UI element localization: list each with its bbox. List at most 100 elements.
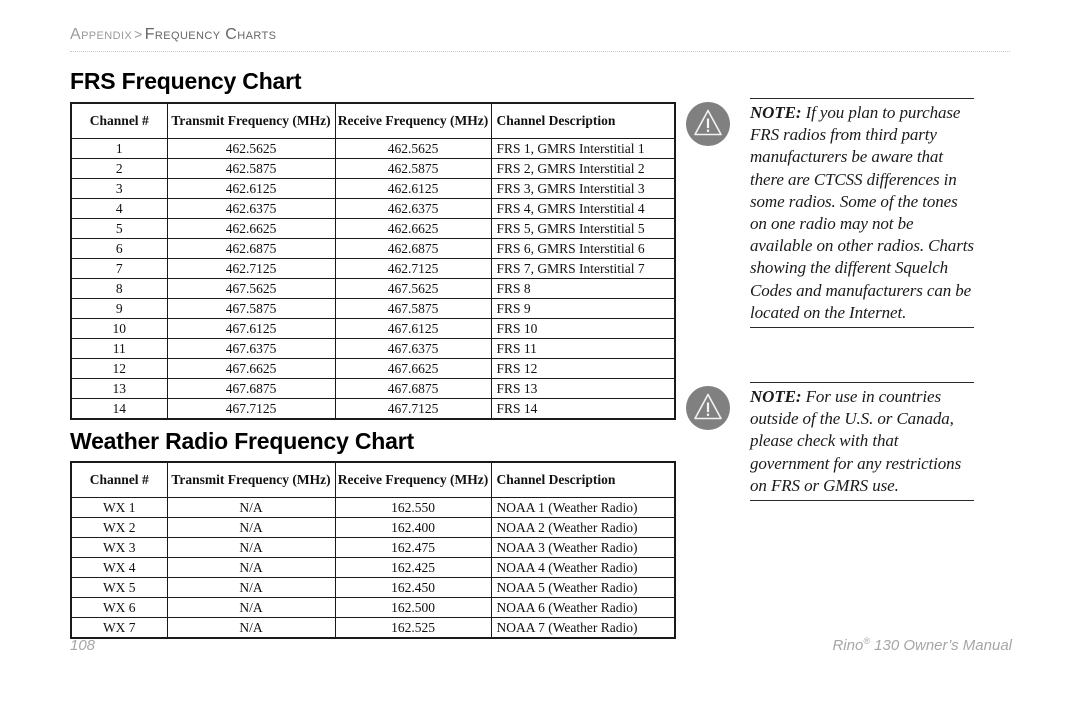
table-row: 8 467.5625 467.5625 FRS 8	[70, 278, 676, 299]
cell-receive-frequency: 467.6625	[334, 358, 492, 379]
weather-chart-title: Weather Radio Frequency Chart	[70, 428, 414, 454]
cell-transmit-frequency: 467.7125	[166, 398, 336, 420]
cell-channel: WX 7	[70, 617, 168, 639]
note-paragraph: If you plan to purchase FRS radios from …	[750, 103, 974, 322]
table-row: 4 462.6375 462.6375 FRS 4, GMRS Interstitia…	[70, 198, 676, 219]
cell-receive-frequency: 162.425	[334, 557, 492, 578]
cell-receive-frequency: 462.5875	[334, 158, 492, 179]
cell-transmit-frequency: 462.6125	[166, 178, 336, 199]
cell-description: FRS 14	[490, 398, 676, 420]
cell-channel: 6	[70, 238, 168, 259]
table-row: 10 467.6125 467.6125 FRS 10	[70, 318, 676, 339]
cell-receive-frequency: 162.400	[334, 517, 492, 538]
table-row: 5 462.6625 462.6625 FRS 5, GMRS Interstitia…	[70, 218, 676, 239]
cell-description: FRS 13	[490, 378, 676, 399]
note-bottom-rule	[750, 500, 974, 502]
cell-channel: 2	[70, 158, 168, 179]
cell-channel: WX 1	[70, 497, 168, 518]
column-header-description: Channel Description	[490, 461, 676, 498]
cell-description: NOAA 1 (Weather Radio)	[490, 497, 676, 518]
cell-description: FRS 9	[490, 298, 676, 319]
cell-transmit-frequency: 467.5625	[166, 278, 336, 299]
table-row: WX 1 N/A 162.550 NOAA 1 (Weather Radio)	[70, 497, 676, 518]
cell-channel: 5	[70, 218, 168, 239]
frs-frequency-table: Channel # Transmit Frequency (MHz) Recei…	[70, 102, 676, 420]
column-header-transmit: Transmit Frequency (MHz)	[166, 461, 336, 498]
breadcrumb-appendix[interactable]: Appendix	[70, 26, 132, 43]
cell-channel: 7	[70, 258, 168, 279]
cell-transmit-frequency: 462.5875	[166, 158, 336, 179]
cell-description: FRS 3, GMRS Interstitial 3	[490, 178, 676, 199]
table-row: 7 462.7125 462.7125 FRS 7, GMRS Interstitia…	[70, 258, 676, 279]
cell-description: FRS 2, GMRS Interstitial 2	[490, 158, 676, 179]
cell-receive-frequency: 467.7125	[334, 398, 492, 420]
column-header-description: Channel Description	[490, 102, 676, 139]
cell-transmit-frequency: N/A	[166, 557, 336, 578]
cell-channel: 12	[70, 358, 168, 379]
cell-channel: 9	[70, 298, 168, 319]
note-text: NOTE: For use in countries outside of th…	[750, 386, 976, 497]
table-row: 9 467.5875 467.5875 FRS 9	[70, 298, 676, 319]
cell-receive-frequency: 462.6625	[334, 218, 492, 239]
footer-trademark: ®	[863, 636, 870, 646]
cell-receive-frequency: 467.5875	[334, 298, 492, 319]
cell-receive-frequency: 467.6875	[334, 378, 492, 399]
table-header-row: Channel # Transmit Frequency (MHz) Recei…	[70, 102, 676, 139]
cell-description: NOAA 6 (Weather Radio)	[490, 597, 676, 618]
cell-description: FRS 6, GMRS Interstitial 6	[490, 238, 676, 259]
table-row: WX 6 N/A 162.500 NOAA 6 (Weather Radio)	[70, 597, 676, 618]
table-row: WX 7 N/A 162.525 NOAA 7 (Weather Radio)	[70, 617, 676, 639]
table-row: WX 3 N/A 162.475 NOAA 3 (Weather Radio)	[70, 537, 676, 558]
cell-channel: 8	[70, 278, 168, 299]
cell-description: FRS 5, GMRS Interstitial 5	[490, 218, 676, 239]
cell-transmit-frequency: N/A	[166, 517, 336, 538]
table-row: 11 467.6375 467.6375 FRS 11	[70, 338, 676, 359]
note-text: NOTE: If you plan to purchase FRS radios…	[750, 102, 976, 324]
breadcrumb: Appendix > Frequency Charts	[70, 26, 276, 44]
note-top-rule	[750, 98, 974, 99]
cell-description: NOAA 3 (Weather Radio)	[490, 537, 676, 558]
cell-channel: 14	[70, 398, 168, 420]
note-label: NOTE:	[750, 103, 802, 122]
column-header-receive: Receive Frequency (MHz)	[334, 461, 492, 498]
cell-channel: WX 2	[70, 517, 168, 538]
table-row: 2 462.5875 462.5875 FRS 2, GMRS Interstitia…	[70, 158, 676, 179]
cell-channel: WX 4	[70, 557, 168, 578]
cell-description: FRS 11	[490, 338, 676, 359]
frs-chart-title: FRS Frequency Chart	[70, 68, 302, 94]
footer-page-number: 108	[70, 637, 96, 654]
cell-transmit-frequency: N/A	[166, 597, 336, 618]
note-top-rule	[750, 382, 974, 383]
cell-channel: 3	[70, 178, 168, 199]
table-row: WX 2 N/A 162.400 NOAA 2 (Weather Radio)	[70, 517, 676, 538]
cell-receive-frequency: 462.6125	[334, 178, 492, 199]
cell-transmit-frequency: 462.6375	[166, 198, 336, 219]
cell-transmit-frequency: N/A	[166, 617, 336, 639]
footer-manual-name: Rino	[832, 637, 864, 654]
table-row: 3 462.6125 462.6125 FRS 3, GMRS Interstitia…	[70, 178, 676, 199]
cell-transmit-frequency: 462.7125	[166, 258, 336, 279]
table-row: 13 467.6875 467.6875 FRS 13	[70, 378, 676, 399]
cell-receive-frequency: 467.6375	[334, 338, 492, 359]
cell-channel: 10	[70, 318, 168, 339]
breadcrumb-section: Frequency Charts	[144, 26, 277, 43]
cell-description: FRS 7, GMRS Interstitial 7	[490, 258, 676, 279]
cell-description: NOAA 5 (Weather Radio)	[490, 577, 676, 598]
note-callout: NOTE: If you plan to purchase FRS radios…	[686, 98, 986, 329]
column-header-transmit: Transmit Frequency (MHz)	[166, 102, 336, 139]
cell-description: FRS 12	[490, 358, 676, 379]
cell-transmit-frequency: 467.5875	[166, 298, 336, 319]
note-callout: NOTE: For use in countries outside of th…	[686, 382, 986, 502]
cell-transmit-frequency: 467.6375	[166, 338, 336, 359]
footer-manual-title: Rino® 130 Owner’s Manual	[832, 636, 1012, 654]
cell-description: NOAA 7 (Weather Radio)	[490, 617, 676, 639]
cell-transmit-frequency: 462.5625	[166, 138, 336, 159]
cell-receive-frequency: 462.7125	[334, 258, 492, 279]
weather-frequency-table: Channel # Transmit Frequency (MHz) Recei…	[70, 461, 676, 639]
cell-receive-frequency: 162.500	[334, 597, 492, 618]
cell-channel: 4	[70, 198, 168, 219]
column-header-receive: Receive Frequency (MHz)	[334, 102, 492, 139]
table-row: WX 4 N/A 162.425 NOAA 4 (Weather Radio)	[70, 557, 676, 578]
cell-transmit-frequency: N/A	[166, 537, 336, 558]
cell-receive-frequency: 162.525	[334, 617, 492, 639]
